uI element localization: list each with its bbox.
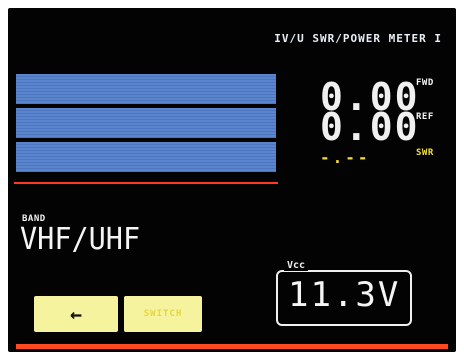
swr-readout: -.-- <box>320 148 371 167</box>
page-title: IV/U SWR/POWER METER I <box>274 32 442 45</box>
swr-bar <box>16 142 276 172</box>
switch-button[interactable]: SWITCH <box>124 296 202 332</box>
fwd-power-bar <box>16 74 276 104</box>
swr-unit-label: SWR <box>416 148 434 158</box>
arrow-left-icon: ← <box>69 302 83 326</box>
back-button[interactable]: ← <box>34 296 118 332</box>
switch-button-label: SWITCH <box>143 309 183 319</box>
bottom-accent-bar <box>16 344 448 349</box>
device-frame: IV/U SWR/POWER METER I 0.00 FWD 0.00 REF… <box>0 0 464 361</box>
lcd-screen: IV/U SWR/POWER METER I 0.00 FWD 0.00 REF… <box>8 8 456 352</box>
bar-divider-line <box>14 182 278 184</box>
band-value: VHF/UHF <box>20 222 141 257</box>
ref-power-bar <box>16 108 276 138</box>
vcc-label: Vcc <box>284 260 309 271</box>
vcc-value: 11.3V <box>288 275 401 315</box>
ref-readout: 0.00 <box>320 105 420 149</box>
fwd-unit-label: FWD <box>416 78 434 88</box>
ref-unit-label: REF <box>416 112 434 122</box>
